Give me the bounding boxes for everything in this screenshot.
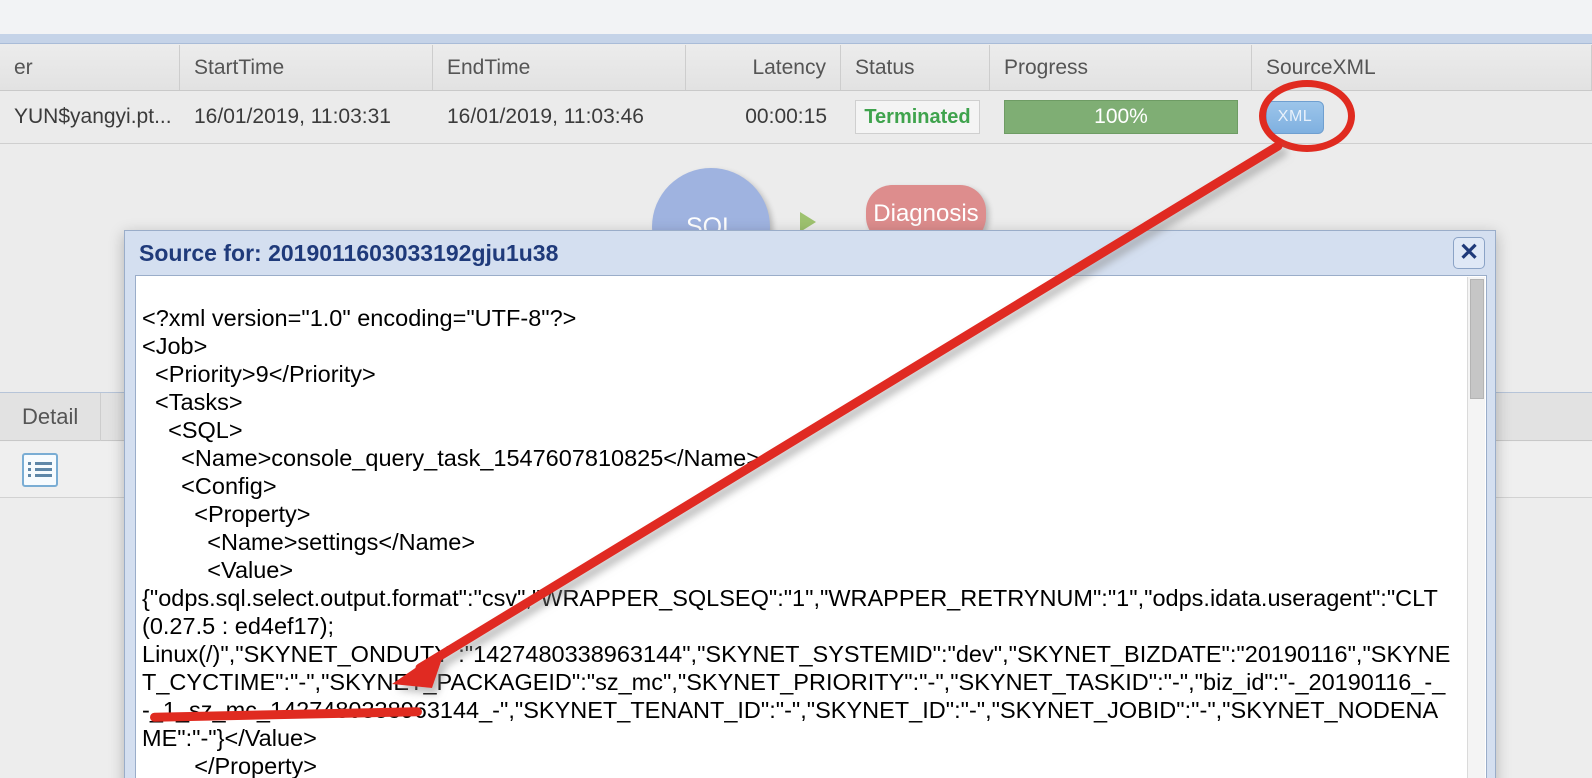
dialog-content-area[interactable]: <?xml version="1.0" encoding="UTF-8"?> <J… (135, 275, 1487, 778)
xml-source-text: <?xml version="1.0" encoding="UTF-8"?> <J… (142, 304, 1452, 778)
column-header-endtime[interactable]: EndTime (433, 45, 686, 90)
xml-line: <Tasks> (142, 388, 243, 415)
tab-detail[interactable]: Detail (0, 392, 102, 441)
top-strip-divider (0, 34, 1592, 44)
list-view-icon[interactable] (22, 452, 58, 487)
instances-grid: er StartTime EndTime Latency Status Prog… (0, 45, 1592, 144)
dialog-scrollbar-thumb[interactable] (1470, 279, 1484, 399)
dialog-scrollbar[interactable] (1467, 277, 1485, 778)
xml-line: <Name>console_query_task_1547607810825</… (142, 444, 760, 471)
cell-endtime: 16/01/2019, 11:03:46 (447, 105, 644, 128)
dialog-title: Source for: 2019011603033192gju1u38 (139, 239, 559, 266)
dialog-title-bar: Source for: 2019011603033192gju1u38 ✕ (125, 231, 1495, 275)
annotation-ellipse-around-xml-button (1259, 80, 1355, 152)
xml-line: <Config> (142, 472, 277, 499)
status-badge: Terminated (855, 100, 980, 134)
column-header-progress[interactable]: Progress (990, 45, 1252, 90)
xml-line: <Priority>9</Priority> (142, 360, 376, 387)
xml-line: <?xml version="1.0" encoding="UTF-8"?> (142, 304, 577, 331)
column-header-latency[interactable]: Latency (686, 45, 841, 90)
cell-latency: 00:00:15 (745, 105, 827, 128)
graph-arrow-icon (800, 212, 816, 232)
column-header-owner[interactable]: er (0, 45, 180, 90)
close-icon[interactable]: ✕ (1453, 237, 1485, 269)
list-view-icon-lines (28, 459, 52, 480)
progress-bar: 100% (1004, 100, 1238, 134)
cell-status: Terminated (841, 91, 990, 143)
cell-owner: YUN$yangyi.pt... (14, 105, 172, 128)
xml-line: <SQL> (142, 416, 243, 443)
column-header-status[interactable]: Status (841, 45, 990, 90)
xml-settings-value: {"odps.sql.select.output.format":"csv","… (142, 584, 1451, 751)
source-xml-dialog: Source for: 2019011603033192gju1u38 ✕ <?… (124, 230, 1496, 778)
top-strip (0, 0, 1592, 44)
xml-line: <Job> (142, 332, 208, 359)
xml-line: <Property> (142, 500, 311, 527)
xml-line: </Property> (142, 752, 318, 778)
grid-header-row: er StartTime EndTime Latency Status Prog… (0, 45, 1592, 91)
cell-progress: 100% (990, 91, 1252, 143)
xml-line: <Value> (142, 556, 294, 583)
cell-starttime: 16/01/2019, 11:03:31 (194, 105, 391, 128)
column-header-starttime[interactable]: StartTime (180, 45, 433, 90)
xml-line: <Name>settings</Name> (142, 528, 476, 555)
